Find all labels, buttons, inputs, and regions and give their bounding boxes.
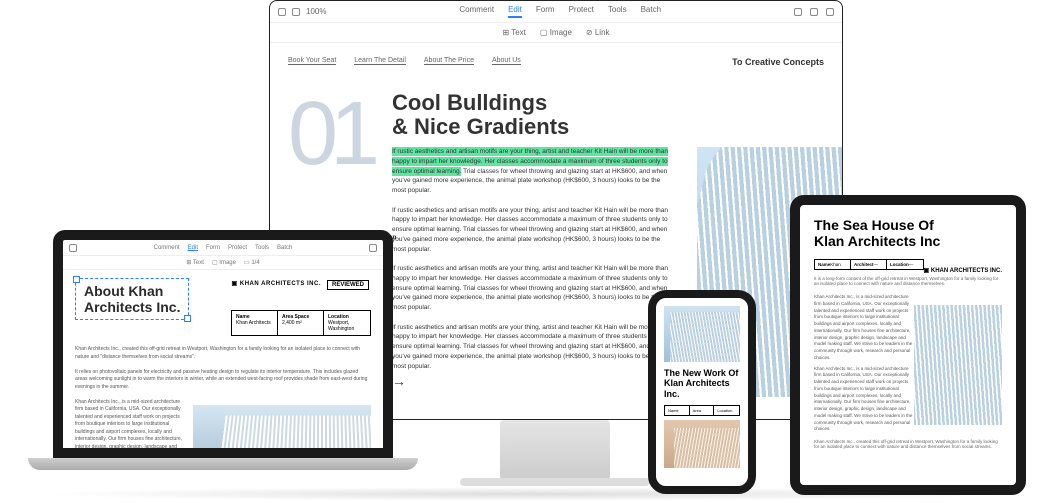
- company-logo: ▣ KHAN ARCHITECTS INC.: [232, 280, 321, 287]
- text-tool[interactable]: ⊞ Text: [186, 259, 204, 266]
- laptop-body-text: Khan Architects Inc., created this off-g…: [75, 346, 371, 458]
- laptop-device: Comment Edit Form Protect Tools Batch ⊞ …: [28, 230, 418, 492]
- app-toolbar: 100% Comment Edit Form Protect Tools Bat…: [270, 1, 842, 23]
- tab-protect[interactable]: Protect: [228, 245, 247, 251]
- selected-text-box[interactable]: About Khan Architects Inc.: [75, 278, 189, 320]
- sidebar-icon[interactable]: [69, 244, 77, 252]
- cloud-icon[interactable]: [794, 8, 802, 16]
- tablet-building-image: [914, 305, 1002, 425]
- phone-device: The New Work Of Klan Architects Inc. Nam…: [648, 290, 756, 494]
- sidebar-icon[interactable]: [278, 8, 286, 16]
- page-indicator: ▭ 1/4: [244, 259, 260, 266]
- tablet-intro: It is a long-form content of the off-gri…: [814, 276, 1004, 286]
- tablet-body-2: Khan Architects Inc., is a mid-sized arc…: [814, 366, 914, 434]
- laptop-toolbar: Comment Edit Form Protect Tools Batch: [63, 240, 383, 256]
- laptop-subtoolbar: ⊞ Text ▢ Image ▭ 1/4: [63, 256, 383, 270]
- tab-tools[interactable]: Tools: [255, 245, 269, 251]
- phone-info-table: Name Area Location: [664, 405, 740, 416]
- tablet-document[interactable]: The Sea House Of Klan Architects Inc Nam…: [800, 205, 1016, 461]
- tab-form[interactable]: Form: [206, 245, 220, 251]
- nav-about[interactable]: About Us: [492, 57, 521, 65]
- tab-comment[interactable]: Comment: [154, 245, 180, 251]
- tab-edit[interactable]: Edit: [188, 245, 198, 251]
- edit-subtoolbar: ⊞ Text ▢ Image ⊘ Link: [270, 23, 842, 43]
- nav-price[interactable]: About The Price: [424, 57, 474, 65]
- image-tool[interactable]: ▢ Image: [540, 28, 572, 37]
- body-text: If rustic aesthetics and artisan motifs …: [392, 147, 672, 371]
- section-number: 01: [288, 83, 372, 186]
- share-icon[interactable]: [369, 244, 377, 252]
- reviewed-stamp: REVIEWED: [327, 280, 369, 290]
- phone-document[interactable]: The New Work Of Klan Architects Inc. Nam…: [656, 298, 748, 476]
- monitor-stand: [500, 420, 610, 480]
- tab-form[interactable]: Form: [536, 5, 555, 18]
- tablet-logo: ▣ KHAN ARCHITECTS INC.: [924, 267, 1002, 274]
- phone-image-1: [664, 306, 740, 362]
- grid-icon[interactable]: [292, 8, 300, 16]
- image-tool[interactable]: ▢ Image: [212, 259, 236, 266]
- tab-batch[interactable]: Batch: [277, 245, 292, 251]
- nav-learn[interactable]: Learn The Detail: [354, 57, 406, 65]
- tab-protect[interactable]: Protect: [569, 5, 594, 18]
- brand-text: To Creative Concepts: [732, 57, 824, 67]
- laptop-base: [28, 458, 418, 470]
- phone-title: The New Work Of Klan Architects Inc.: [664, 368, 740, 399]
- tablet-footer: Khan Architects Inc., created this off-g…: [814, 439, 1004, 449]
- laptop-building-image: [193, 405, 371, 458]
- phone-image-2: [664, 420, 740, 468]
- tab-edit[interactable]: Edit: [508, 5, 522, 18]
- headline: Cool Bulldings & Nice Gradients: [392, 91, 569, 139]
- tablet-body-1: Khan Architects Inc., is a mid-sized arc…: [814, 294, 914, 362]
- link-tool[interactable]: ⊘ Link: [586, 28, 610, 37]
- search-icon[interactable]: [826, 8, 834, 16]
- tab-tools[interactable]: Tools: [608, 5, 627, 18]
- tablet-device: The Sea House Of Klan Architects Inc Nam…: [790, 195, 1026, 495]
- tablet-info-table: NameKhan Architect— Location—: [814, 259, 924, 270]
- monitor-base: [460, 478, 650, 486]
- text-tool[interactable]: ⊞ Text: [502, 28, 525, 37]
- zoom-level[interactable]: 100%: [306, 7, 326, 16]
- info-table: NameKhan Architects Area Space2,400 m² L…: [231, 310, 371, 336]
- tab-comment[interactable]: Comment: [459, 5, 494, 18]
- tablet-title: The Sea House Of Klan Architects Inc: [814, 217, 1002, 249]
- share-icon[interactable]: [810, 8, 818, 16]
- nav-book[interactable]: Book Your Seat: [288, 57, 336, 65]
- tab-batch[interactable]: Batch: [641, 5, 661, 18]
- laptop-document[interactable]: About Khan Architects Inc. ▣ KHAN ARCHIT…: [63, 270, 383, 458]
